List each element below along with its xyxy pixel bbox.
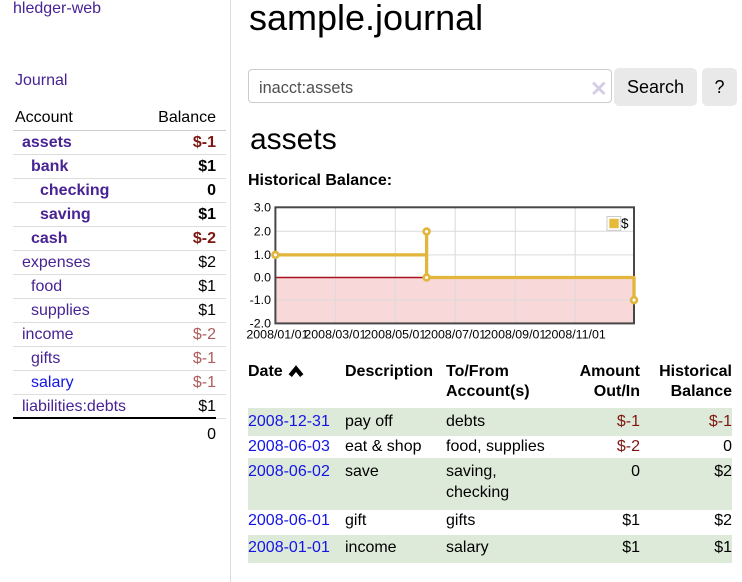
svg-text:3.0: 3.0 bbox=[254, 201, 271, 215]
svg-text:1.0: 1.0 bbox=[254, 248, 271, 262]
svg-text:-1.0: -1.0 bbox=[250, 293, 271, 307]
svg-text:2008/07/01: 2008/07/01 bbox=[424, 328, 486, 342]
svg-text:0.0: 0.0 bbox=[254, 271, 271, 285]
svg-text:2008/11/01: 2008/11/01 bbox=[545, 328, 606, 342]
svg-text:2008/01/01: 2008/01/01 bbox=[246, 328, 308, 342]
svg-text:$: $ bbox=[621, 216, 629, 231]
svg-text:2008/05/01: 2008/05/01 bbox=[364, 328, 426, 342]
svg-text:2008/09/01: 2008/09/01 bbox=[484, 328, 546, 342]
svg-text:2008/03/01: 2008/03/01 bbox=[304, 328, 366, 342]
svg-text:2.0: 2.0 bbox=[254, 224, 271, 238]
